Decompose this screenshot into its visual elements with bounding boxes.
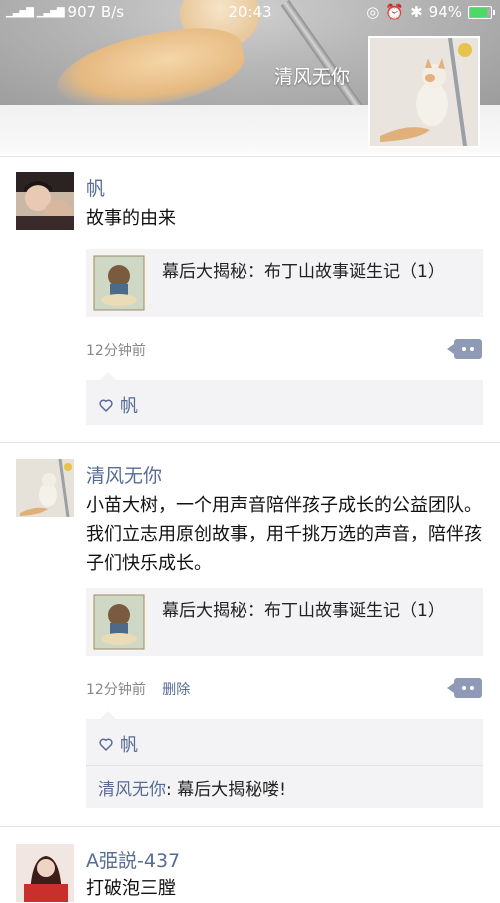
post-text: 小苗大树，一个用声音陪伴孩子成长的公益团队。我们立志用原创故事，用千挑万选的声音… <box>86 495 482 574</box>
post-text: 故事的由来 <box>86 208 176 229</box>
comment-author[interactable]: 清风无你 <box>98 780 166 800</box>
battery-icon <box>468 5 495 19</box>
likes-row: 帆 <box>98 731 138 757</box>
bluetooth-icon: ✱ <box>410 3 423 21</box>
user-avatar-icon <box>16 172 74 230</box>
cover-tail-shape <box>50 19 250 105</box>
comment-row[interactable]: 清风无你: 幕后大揭秘喽! <box>98 775 286 800</box>
post-time: 12分钟前 <box>86 343 146 359</box>
cat-photo-icon <box>370 38 478 146</box>
more-button[interactable] <box>447 678 482 698</box>
more-dots-icon <box>462 347 466 351</box>
post-divider <box>0 156 500 157</box>
link-title: 幕后大揭秘：布丁山故事诞生记（1） <box>162 262 445 282</box>
battery-percent: 94% <box>428 3 462 21</box>
book-cover-icon <box>90 593 148 651</box>
cover-username[interactable]: 清风无你 <box>274 62 350 89</box>
avatar[interactable] <box>16 172 74 230</box>
avatar[interactable] <box>16 459 74 517</box>
user-avatar-icon <box>16 844 74 902</box>
heart-outline-icon <box>99 738 113 751</box>
link-title: 幕后大揭秘：布丁山故事诞生记（1） <box>162 601 445 621</box>
post-text: 打破泡三膛 <box>86 878 176 899</box>
interaction-box: 帆 清风无你: 幕后大揭秘喽! <box>86 711 483 808</box>
avatar[interactable] <box>16 844 74 902</box>
like-user[interactable]: 帆 <box>120 392 138 418</box>
poster-name[interactable]: 帆 <box>86 174 105 201</box>
cover-avatar[interactable] <box>368 36 480 148</box>
post-divider <box>0 826 500 827</box>
comment-separator-text: : <box>166 780 178 800</box>
more-dots-icon <box>462 686 466 690</box>
post-meta: 12分钟前 <box>86 340 146 360</box>
interaction-box: 帆 <box>86 372 483 425</box>
poster-name[interactable]: 清风无你 <box>86 461 162 488</box>
more-dots-icon-2 <box>470 347 474 351</box>
likes-row: 帆 <box>98 392 138 418</box>
like-user[interactable]: 帆 <box>120 731 138 757</box>
more-button[interactable] <box>447 339 482 359</box>
book-cover-icon <box>90 254 148 312</box>
comment-text: 幕后大揭秘喽! <box>177 780 286 800</box>
comment-separator <box>86 765 483 766</box>
status-bar: ▁▃▅▇ ▁▃▅▇ 907 B/s 20:43 ◎ ⏰ ✱ 94% <box>0 0 500 26</box>
post-divider <box>0 442 500 443</box>
heart-outline-icon <box>99 399 113 412</box>
link-thumbnail <box>90 593 148 651</box>
more-dots-icon-2 <box>470 686 474 690</box>
post-meta: 12分钟前 删除 <box>86 679 190 699</box>
post-time: 12分钟前 <box>86 682 146 698</box>
link-card[interactable]: 幕后大揭秘：布丁山故事诞生记（1） <box>86 249 483 317</box>
link-thumbnail <box>90 254 148 312</box>
poster-name[interactable]: A弫説-437 <box>86 846 180 873</box>
cat-avatar-icon <box>16 459 74 517</box>
link-card[interactable]: 幕后大揭秘：布丁山故事诞生记（1） <box>86 588 483 656</box>
delete-link[interactable]: 删除 <box>162 682 190 698</box>
alarm-icon: ⏰ <box>385 3 405 21</box>
location-icon: ◎ <box>366 3 380 21</box>
